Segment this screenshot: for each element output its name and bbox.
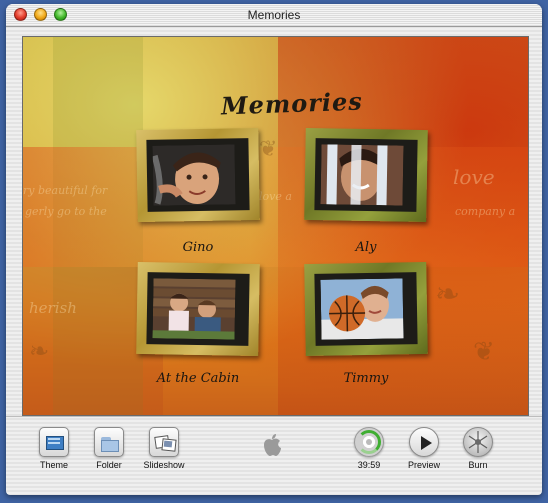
time-remaining: 39:59 [357, 460, 381, 470]
menu-item-gino[interactable] [136, 127, 260, 223]
slideshow-button[interactable]: Slideshow [139, 427, 189, 470]
toolbar: Theme Folder Slideshow 39:59 Preview Bur… [6, 416, 542, 495]
menu-item-label: Timmy [343, 371, 389, 386]
leaf-decoration: ❦ [259, 137, 278, 162]
disc-capacity-indicator: 39:59 [351, 427, 387, 470]
window-title: Memories [247, 8, 301, 22]
slideshow-icon [149, 427, 179, 457]
photo-at-the-cabin [152, 278, 243, 340]
background-script-text: ry beautiful for [23, 184, 108, 197]
menu-item-label: Gino [182, 240, 214, 255]
background-script-text: love a [259, 190, 292, 203]
menu-item-timmy[interactable] [304, 261, 428, 357]
slideshow-label: Slideshow [143, 460, 185, 470]
menu-item-label: Aly [355, 240, 377, 255]
menu-item-label: At the Cabin [156, 371, 240, 386]
menu-item-at-the-cabin[interactable] [136, 261, 260, 357]
background-script-text: love [453, 165, 495, 189]
theme-label: Theme [39, 460, 68, 470]
title-bar[interactable]: Memories [6, 4, 542, 27]
folder-button[interactable]: Folder [89, 427, 129, 470]
menu-item-aly[interactable] [304, 127, 428, 223]
preview-button[interactable]: Preview [404, 427, 444, 470]
photo-aly [320, 144, 411, 206]
background-script-text: gerly go to the [25, 205, 107, 218]
burn-button[interactable]: Burn [458, 427, 498, 470]
dvd-menu-preview: ry beautiful for gerly go to the herish … [22, 36, 529, 416]
play-icon [409, 427, 439, 457]
theme-button[interactable]: Theme [34, 427, 74, 470]
theme-icon [39, 427, 69, 457]
burn-icon [463, 427, 493, 457]
leaf-decoration: ❧ [29, 337, 50, 365]
disc-capacity-icon [354, 427, 384, 457]
menu-title: Memories [220, 86, 364, 121]
background-script-text: company a [455, 205, 516, 218]
leaf-decoration: ❧ [435, 277, 461, 312]
photo-timmy [320, 278, 411, 340]
apple-logo-icon [262, 433, 282, 457]
app-window: Memories ry beautiful for gerly go to th… [6, 4, 542, 495]
folder-label: Folder [96, 460, 122, 470]
background-script-text: herish [29, 299, 77, 317]
preview-label: Preview [407, 460, 440, 470]
photo-gino [152, 144, 243, 206]
leaf-decoration: ❦ [473, 337, 495, 367]
burn-label: Burn [468, 460, 488, 470]
folder-icon [94, 427, 124, 457]
